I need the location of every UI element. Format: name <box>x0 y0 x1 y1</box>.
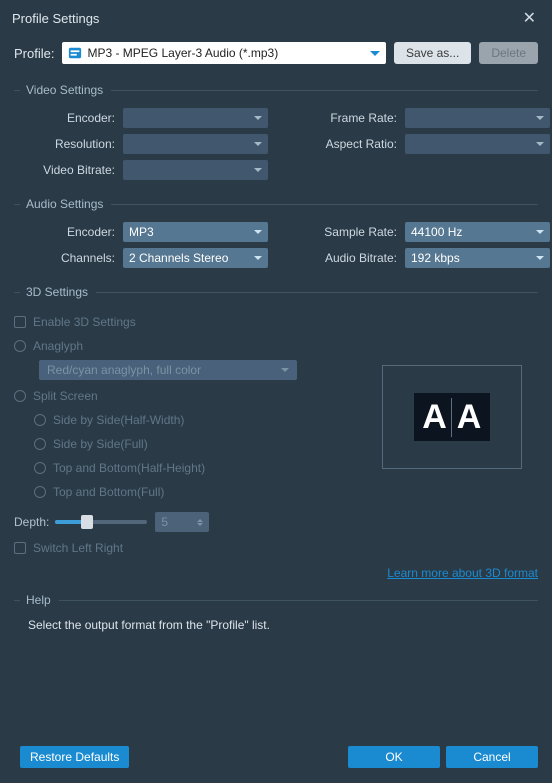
chevron-down-icon <box>370 51 380 56</box>
radio-icon <box>34 438 46 450</box>
radio-icon <box>34 486 46 498</box>
profile-label: Profile: <box>14 46 54 61</box>
video-aspect-label: Aspect Ratio: <box>306 137 401 151</box>
chevron-down-icon <box>254 230 262 234</box>
chevron-down-icon <box>197 523 203 526</box>
depth-slider[interactable] <box>55 520 147 524</box>
audio-channels-select[interactable]: 2 Channels Stereo <box>123 248 268 268</box>
chevron-down-icon <box>254 256 262 260</box>
radio-icon <box>34 414 46 426</box>
window-title: Profile Settings <box>12 11 519 26</box>
profile-row: Profile: MP3 - MPEG Layer-3 Audio (*.mp3… <box>0 36 552 70</box>
video-encoder-label: Encoder: <box>14 111 119 125</box>
video-legend: Video Settings <box>14 80 538 100</box>
video-settings-section: Video Settings Encoder: Frame Rate: Reso… <box>14 80 538 180</box>
audio-samplerate-label: Sample Rate: <box>306 225 401 239</box>
checkbox-icon <box>14 542 26 554</box>
ok-button[interactable]: OK <box>348 746 440 768</box>
learn-more-link[interactable]: Learn more about 3D format <box>387 566 538 580</box>
chevron-up-icon <box>197 519 203 522</box>
chevron-down-icon <box>281 368 289 372</box>
checkbox-icon <box>14 316 26 328</box>
help-text: Select the output format from the "Profi… <box>28 618 524 632</box>
tb-full-row[interactable]: Top and Bottom(Full) <box>14 480 538 504</box>
3d-preview: AA <box>382 365 522 469</box>
slider-thumb-icon <box>81 515 93 529</box>
audio-legend: Audio Settings <box>14 194 538 214</box>
save-as-button[interactable]: Save as... <box>394 42 471 64</box>
chevron-down-icon <box>536 116 544 120</box>
3d-legend: 3D Settings <box>14 282 538 302</box>
video-bitrate-label: Video Bitrate: <box>14 163 119 177</box>
enable-3d-row[interactable]: Enable 3D Settings <box>14 310 538 334</box>
depth-label: Depth: <box>14 515 49 529</box>
preview-aa-icon: AA <box>414 393 490 441</box>
radio-icon <box>14 390 26 402</box>
help-legend: Help <box>14 590 538 610</box>
cancel-button[interactable]: Cancel <box>446 746 538 768</box>
delete-button: Delete <box>479 42 538 64</box>
learn-more-row: Learn more about 3D format <box>0 566 538 580</box>
video-framerate-select[interactable] <box>405 108 550 128</box>
radio-icon <box>14 340 26 352</box>
video-framerate-label: Frame Rate: <box>306 111 401 125</box>
video-resolution-label: Resolution: <box>14 137 119 151</box>
depth-row: Depth: 5 <box>14 508 538 536</box>
video-encoder-select[interactable] <box>123 108 268 128</box>
audio-encoder-label: Encoder: <box>14 225 119 239</box>
video-resolution-select[interactable] <box>123 134 268 154</box>
radio-icon <box>34 462 46 474</box>
anaglyph-mode-select: Red/cyan anaglyph, full color <box>39 360 297 380</box>
anaglyph-row[interactable]: Anaglyph <box>14 334 538 358</box>
chevron-down-icon <box>536 142 544 146</box>
audio-bitrate-select[interactable]: 192 kbps <box>405 248 550 268</box>
profile-select[interactable]: MP3 - MPEG Layer-3 Audio (*.mp3) <box>62 42 385 64</box>
audio-encoder-select[interactable]: MP3 <box>123 222 268 242</box>
title-bar: Profile Settings ✕ <box>0 0 552 36</box>
chevron-down-icon <box>254 116 262 120</box>
video-bitrate-select[interactable] <box>123 160 268 180</box>
audio-samplerate-select[interactable]: 44100 Hz <box>405 222 550 242</box>
audio-settings-section: Audio Settings Encoder: MP3 Sample Rate:… <box>14 194 538 268</box>
help-section: Help Select the output format from the "… <box>14 590 538 632</box>
profile-value: MP3 - MPEG Layer-3 Audio (*.mp3) <box>87 46 369 60</box>
close-icon[interactable]: ✕ <box>519 4 540 32</box>
restore-defaults-button[interactable]: Restore Defaults <box>20 746 129 768</box>
video-aspect-select[interactable] <box>405 134 550 154</box>
chevron-down-icon <box>254 168 262 172</box>
chevron-down-icon <box>536 256 544 260</box>
footer: Restore Defaults OK Cancel <box>0 731 552 783</box>
switch-lr-row[interactable]: Switch Left Right <box>14 536 538 560</box>
chevron-down-icon <box>536 230 544 234</box>
mp3-icon <box>68 46 82 60</box>
chevron-down-icon <box>254 142 262 146</box>
audio-channels-label: Channels: <box>14 251 119 265</box>
depth-spinner[interactable]: 5 <box>155 512 209 532</box>
audio-bitrate-label: Audio Bitrate: <box>306 251 401 265</box>
